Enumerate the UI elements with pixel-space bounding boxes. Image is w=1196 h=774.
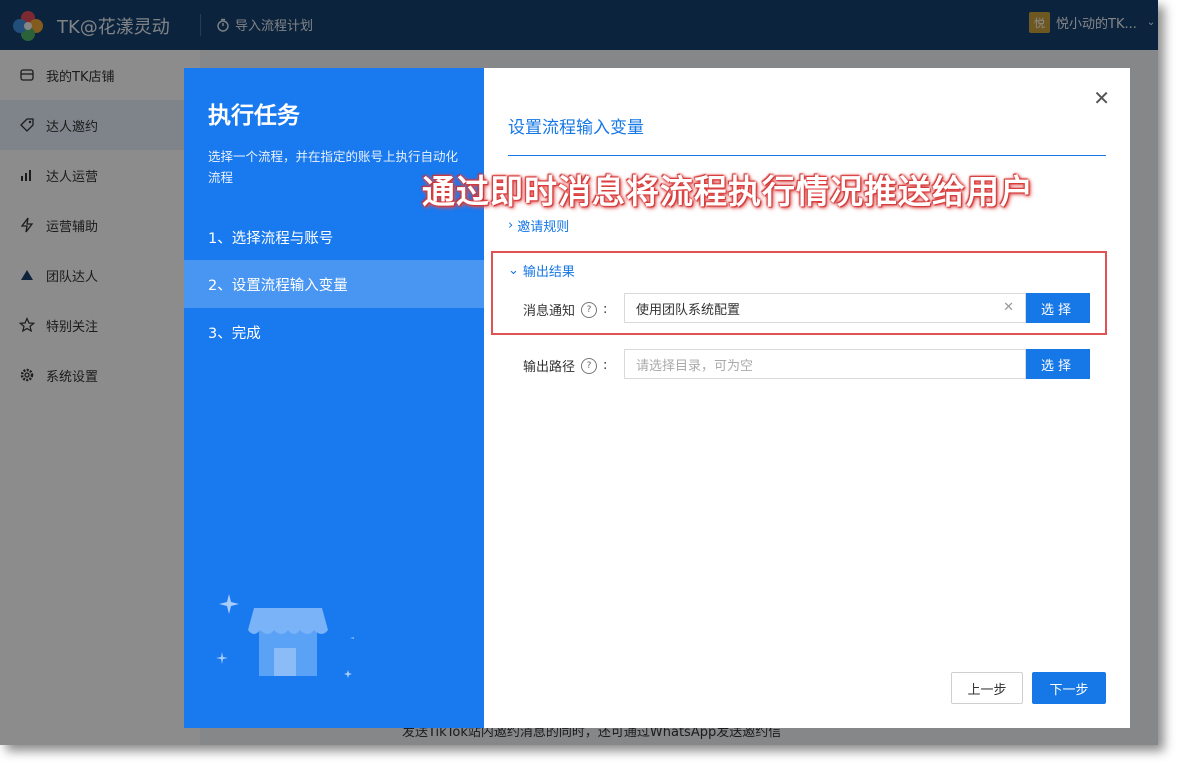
step-3[interactable]: 3、完成 (184, 308, 484, 356)
title-underline (508, 155, 1106, 156)
path-label: 输出路径 (523, 360, 576, 375)
dialog-form-panel: ✕ 设置流程输入变量 通过即时消息将流程执行情况推送给用户 › 邀请规则 ⌄ 输… (422, 68, 1130, 728)
clear-icon[interactable]: ✕ (1003, 300, 1014, 315)
notify-select-button[interactable]: 选择 (1026, 293, 1090, 323)
close-icon[interactable]: ✕ (1093, 86, 1110, 110)
chevron-down-icon: ⌄ (508, 263, 519, 278)
step-1[interactable]: 1、选择流程与账号 (184, 213, 484, 261)
prev-button[interactable]: 上一步 (951, 672, 1023, 704)
path-placeholder: 请选择目录，可为空 (636, 358, 754, 374)
next-button[interactable]: 下一步 (1032, 672, 1106, 704)
step-2[interactable]: 2、设置流程输入变量 (184, 260, 484, 308)
dialog-title: 执行任务 (208, 103, 300, 129)
notify-value: 使用团队系统配置 (636, 302, 741, 318)
path-field-label: 输出路径 ? : (523, 357, 608, 375)
execute-task-dialog: 执行任务 选择一个流程，并在指定的账号上执行自动化流程 1、选择流程与账号 2、… (184, 68, 1130, 728)
store-illustration-icon (216, 594, 354, 678)
section-output[interactable]: ⌄ 输出结果 (508, 261, 575, 280)
path-input[interactable]: 请选择目录，可为空 (624, 349, 1026, 379)
notify-label: 消息通知 (523, 304, 576, 319)
chevron-right-icon: › (508, 218, 514, 233)
form-title: 设置流程输入变量 (508, 118, 644, 138)
notify-input[interactable]: 使用团队系统配置 ✕ (624, 293, 1026, 323)
help-icon[interactable]: ? (581, 357, 598, 374)
section-invite-rules-label: 邀请规则 (517, 220, 570, 235)
app-window: TK@花漾灵动 导入流程计划 悦 悦小动的TK... ⌄ 我的TK店铺 达人邀约… (0, 0, 1158, 745)
notify-field-label: 消息通知 ? : (523, 301, 608, 319)
section-output-label: 输出结果 (522, 265, 575, 280)
path-select-button[interactable]: 选择 (1026, 349, 1090, 379)
section-invite-rules[interactable]: › 邀请规则 (508, 216, 569, 235)
annotation-callout: 通过即时消息将流程执行情况推送给用户 (422, 172, 1034, 211)
help-icon[interactable]: ? (581, 301, 598, 318)
